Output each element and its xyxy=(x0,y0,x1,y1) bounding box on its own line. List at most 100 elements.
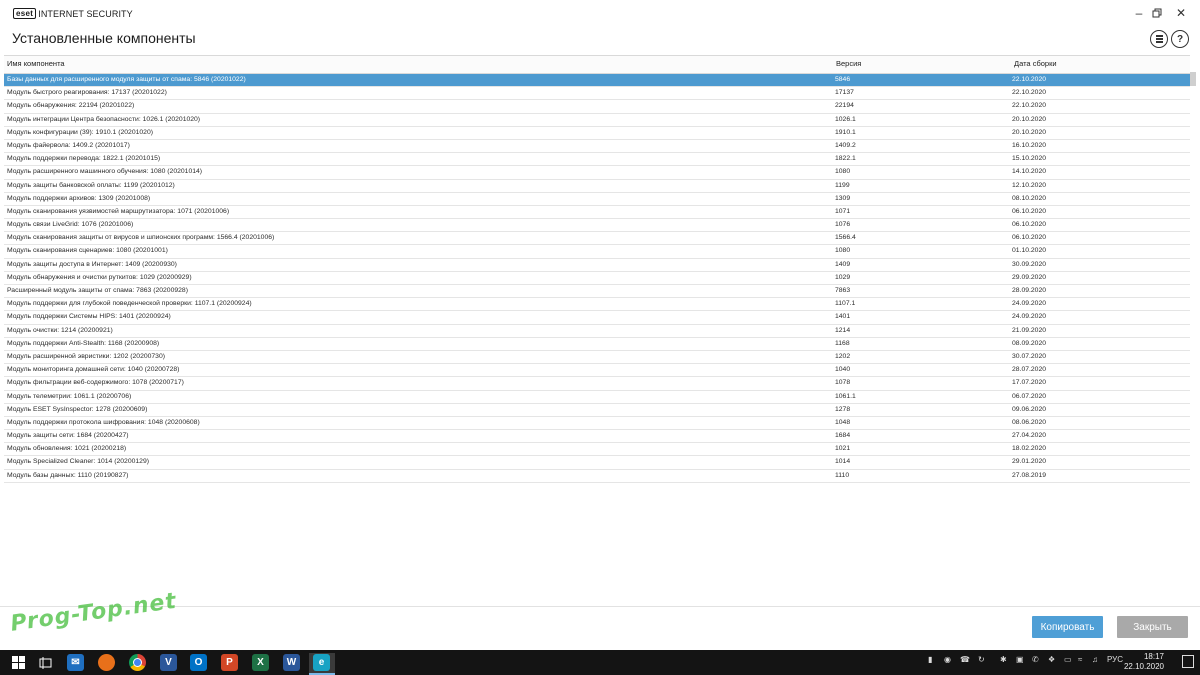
table-row[interactable]: Модуль поддержки Системы HIPS: 1401 (202… xyxy=(4,311,1190,325)
table-row[interactable]: Модуль связи LiveGrid: 1076 (20201006) 10… xyxy=(4,219,1190,233)
table-row[interactable]: Модуль мониторинга домашней сети: 1040 (… xyxy=(4,364,1190,378)
copy-button[interactable]: Копировать xyxy=(1032,616,1103,638)
clock-date: 22.10.2020 xyxy=(1123,662,1164,671)
table-row[interactable]: Базы данных для расширенного модуля защи… xyxy=(4,74,1190,88)
table-row[interactable]: Модуль Specialized Cleaner: 1014 (202001… xyxy=(4,456,1190,470)
tray-anydesk-icon[interactable]: ❖ xyxy=(1048,655,1055,664)
build-date-cell: 15.10.2020 xyxy=(1012,155,1047,163)
table-row[interactable]: Модуль фильтрации веб-содержимого: 1078 … xyxy=(4,377,1190,391)
table-row[interactable]: Модуль защиты сети: 1684 (20200427) 1684 2… xyxy=(4,430,1190,444)
table-row[interactable]: Модуль расширенной эвристики: 1202 (2020… xyxy=(4,351,1190,365)
close-icon[interactable]: ✕ xyxy=(1174,6,1188,20)
table-row[interactable]: Модуль поддержки перевода: 1822.1 (20201… xyxy=(4,153,1190,167)
version-cell: 1202 xyxy=(835,352,851,360)
restore-icon[interactable] xyxy=(1150,6,1164,20)
title-bar: eset INTERNET SECURITY – ✕ xyxy=(0,0,1200,26)
list-view-icon[interactable] xyxy=(1150,30,1168,48)
table-row[interactable]: Модуль поддержки протокола шифрования: 1… xyxy=(4,417,1190,431)
build-date-cell: 22.10.2020 xyxy=(1012,89,1047,97)
notifications-icon[interactable] xyxy=(1182,655,1194,668)
table-row[interactable]: Модуль обнаружения: 22194 (20201022) 2219… xyxy=(4,100,1190,114)
table-row[interactable]: Модуль файервола: 1409.2 (20201017) 1409.… xyxy=(4,140,1190,154)
battery-icon[interactable]: ▭ xyxy=(1064,655,1072,664)
minimize-icon[interactable]: – xyxy=(1132,6,1146,20)
footer-divider xyxy=(0,606,1200,607)
table-row[interactable]: Модуль обнаружения и очистки руткитов: 1… xyxy=(4,272,1190,285)
table-row[interactable]: Модуль поддержки Anti-Stealth: 1168 (202… xyxy=(4,338,1190,351)
build-date-cell: 18.02.2020 xyxy=(1012,445,1047,453)
version-cell: 1048 xyxy=(835,418,851,426)
firefox-icon[interactable] xyxy=(98,654,115,671)
column-header-version[interactable]: Версия xyxy=(836,59,861,68)
version-cell: 1014 xyxy=(835,458,851,466)
powerpoint-icon[interactable]: P xyxy=(221,654,238,671)
table-row[interactable]: Модуль конфигурации (39): 1910.1 (202010… xyxy=(4,127,1190,140)
mail-icon[interactable]: ✉ xyxy=(67,654,84,671)
system-clock[interactable]: 18:17 22.10.2020 xyxy=(1124,652,1164,672)
table-row[interactable]: Расширенный модуль защиты от спама: 7863… xyxy=(4,285,1190,299)
table-row[interactable]: Модуль обновления: 1021 (20200218) 1021 18… xyxy=(4,443,1190,457)
build-date-cell: 29.01.2020 xyxy=(1012,458,1047,466)
taskbar: ✉ V O P X W e ▮ ◉ ☎ ↻ ✱ ▣ ✆ ❖ ▭ ≈ ♫ РУС … xyxy=(0,650,1200,675)
build-date-cell: 27.08.2019 xyxy=(1012,471,1047,479)
version-cell: 1026.1 xyxy=(835,115,856,123)
visio-icon[interactable]: V xyxy=(160,654,177,671)
table-row[interactable]: Модуль поддержки архивов: 1309 (20201008… xyxy=(4,193,1190,206)
column-header-name[interactable]: Имя компонента xyxy=(7,59,65,68)
outlook-icon[interactable]: O xyxy=(190,654,207,671)
table-row[interactable]: Модуль расширенного машинного обучения: … xyxy=(4,166,1190,180)
chrome-icon[interactable] xyxy=(129,654,146,671)
build-date-cell: 30.07.2020 xyxy=(1012,352,1047,360)
component-name-cell: Модуль сканирования уязвимостей маршрути… xyxy=(7,207,230,215)
tray-whatsapp-icon[interactable]: ☎ xyxy=(960,655,970,664)
component-name-cell: Модуль расширенной эвристики: 1202 (2020… xyxy=(7,352,166,360)
tray-updates-icon[interactable]: ↻ xyxy=(978,655,985,664)
version-cell: 1199 xyxy=(835,181,850,189)
bluetooth-icon[interactable]: ✱ xyxy=(1000,655,1007,664)
component-name-cell: Модуль поддержки Системы HIPS: 1401 (202… xyxy=(7,313,171,321)
product-name: INTERNET SECURITY xyxy=(38,8,133,19)
table-row[interactable]: Модуль телеметрии: 1061.1 (20200706) 1061… xyxy=(4,391,1190,404)
close-button[interactable]: Закрыть xyxy=(1117,616,1188,638)
table-row[interactable]: Модуль сканирования сценариев: 1080 (202… xyxy=(4,245,1190,259)
component-name-cell: Модуль Specialized Cleaner: 1014 (202001… xyxy=(7,458,149,466)
word-icon[interactable]: W xyxy=(283,654,300,671)
build-date-cell: 17.07.2020 xyxy=(1012,379,1047,387)
eset-icon[interactable]: e xyxy=(313,654,330,671)
excel-icon[interactable]: X xyxy=(252,654,269,671)
column-header-date[interactable]: Дата сборки xyxy=(1014,59,1057,68)
scrollbar[interactable] xyxy=(1190,72,1196,86)
volume-icon[interactable]: ♫ xyxy=(1092,655,1098,664)
component-name-cell: Модуль поддержки для глубокой поведенчес… xyxy=(7,300,252,308)
table-row[interactable]: Модуль поддержки для глубокой поведенчес… xyxy=(4,298,1190,312)
page-title: Установленные компоненты xyxy=(12,30,196,46)
language-indicator[interactable]: РУС xyxy=(1107,655,1123,664)
table-row[interactable]: Модуль интеграции Центра безопасности: 1… xyxy=(4,114,1190,127)
component-name-cell: Модуль расширенного машинного обучения: … xyxy=(7,168,203,176)
tray-eset-icon[interactable]: ◉ xyxy=(944,655,951,664)
component-name-cell: Модуль защиты доступа в Интернет: 1409 (… xyxy=(7,260,177,268)
table-row[interactable]: Модуль ESET SysInspector: 1278 (20200609… xyxy=(4,404,1190,417)
table-row[interactable]: Модуль сканирования защиты от вирусов и … xyxy=(4,232,1190,246)
help-icon[interactable]: ? xyxy=(1171,30,1189,48)
table-row[interactable]: Модуль очистки: 1214 (20200921) 1214 21.09… xyxy=(4,325,1190,338)
build-date-cell: 06.10.2020 xyxy=(1012,234,1047,242)
component-name-cell: Модуль поддержки архивов: 1309 (20201008… xyxy=(7,194,151,202)
version-cell: 1822.1 xyxy=(835,155,856,163)
build-date-cell: 29.09.2020 xyxy=(1012,273,1047,281)
version-cell: 1409.2 xyxy=(835,141,856,149)
component-name-cell: Модуль защиты банковской оплаты: 1199 (2… xyxy=(7,181,175,189)
windows-start-icon[interactable] xyxy=(10,654,27,671)
tray-app-icon[interactable]: ▮ xyxy=(928,655,932,664)
clock-time: 18:17 xyxy=(1143,652,1164,661)
tray-display-icon[interactable]: ▣ xyxy=(1016,655,1024,664)
table-row[interactable]: Модуль сканирования уязвимостей маршрути… xyxy=(4,206,1190,220)
task-view-icon[interactable] xyxy=(37,654,54,671)
table-row[interactable]: Модуль защиты доступа в Интернет: 1409 (… xyxy=(4,259,1190,272)
table-row[interactable]: Модуль базы данных: 1110 (20190827) 1110 2… xyxy=(4,470,1190,483)
table-row[interactable]: Модуль защиты банковской оплаты: 1199 (2… xyxy=(4,180,1190,193)
table-row[interactable]: Модуль быстрого реагирования: 17137 (202… xyxy=(4,87,1190,101)
component-name-cell: Модуль телеметрии: 1061.1 (20200706) xyxy=(7,392,132,400)
wifi-icon[interactable]: ≈ xyxy=(1078,655,1082,664)
tray-phone-icon[interactable]: ✆ xyxy=(1032,655,1039,664)
